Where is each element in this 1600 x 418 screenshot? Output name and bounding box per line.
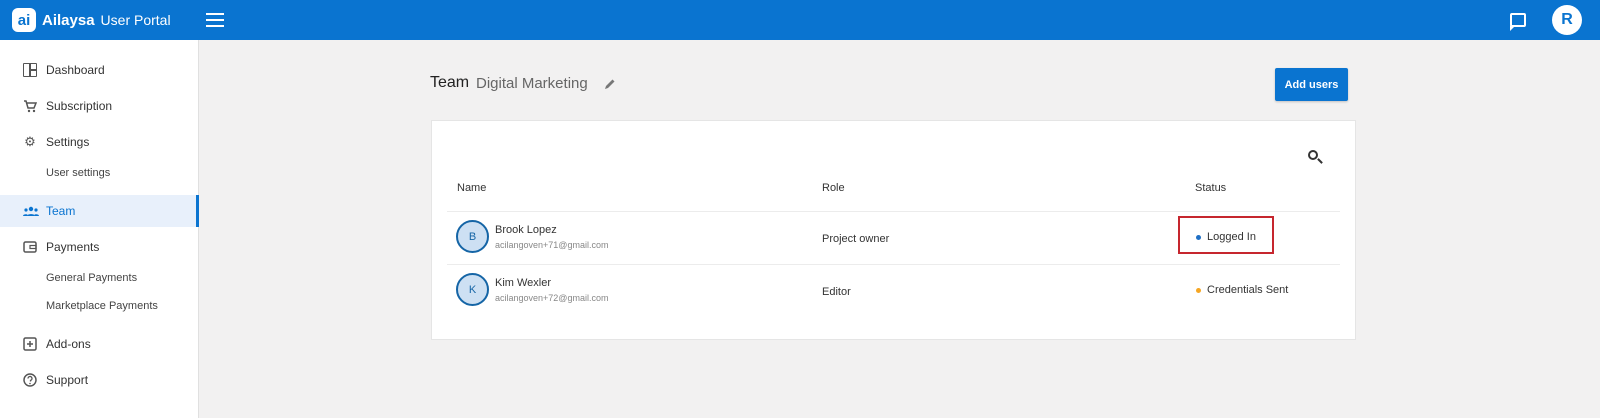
user-avatar: B bbox=[456, 220, 489, 253]
sidebar-item-team[interactable]: Team bbox=[0, 195, 199, 227]
help-icon bbox=[23, 373, 37, 387]
sidebar-item-support[interactable]: Support bbox=[0, 364, 199, 396]
app-logo[interactable]: ai Ailaysa User Portal bbox=[12, 8, 171, 32]
sidebar-item-label: Support bbox=[46, 373, 89, 387]
status-badge: Credentials Sent bbox=[1196, 284, 1288, 296]
gear-icon: ⚙ bbox=[24, 134, 36, 149]
user-name: Brook Lopez bbox=[495, 224, 557, 236]
sidebar-item-settings[interactable]: ⚙ Settings bbox=[0, 126, 199, 158]
sidebar-item-label: Settings bbox=[46, 135, 90, 149]
chat-icon[interactable] bbox=[1510, 13, 1526, 31]
sidebar-item-marketplace-payments[interactable]: Marketplace Payments bbox=[46, 300, 158, 312]
column-header-status: Status bbox=[1195, 182, 1227, 194]
sidebar-item-add-ons[interactable]: Add-ons bbox=[0, 328, 199, 360]
sidebar-item-general-payments[interactable]: General Payments bbox=[46, 272, 137, 284]
status-text: Credentials Sent bbox=[1207, 284, 1289, 296]
cart-icon bbox=[23, 99, 38, 113]
team-name: Digital Marketing bbox=[476, 75, 588, 92]
user-avatar[interactable]: R bbox=[1552, 5, 1582, 35]
status-highlight-box bbox=[1178, 216, 1274, 254]
top-bar: ai Ailaysa User Portal R bbox=[0, 0, 1600, 40]
row-divider bbox=[447, 264, 1340, 265]
sidebar-item-label: Subscription bbox=[46, 99, 113, 113]
logo-mark: ai bbox=[12, 8, 36, 32]
sidebar-item-dashboard[interactable]: Dashboard bbox=[0, 54, 199, 86]
team-icon bbox=[23, 204, 39, 218]
user-name: Kim Wexler bbox=[495, 277, 552, 289]
brand-name: Ailaysa bbox=[42, 11, 95, 29]
status-dot bbox=[1196, 287, 1201, 293]
edit-icon[interactable] bbox=[603, 77, 617, 91]
sidebar-item-label: Payments bbox=[46, 240, 100, 254]
sidebar-item-subscription[interactable]: Subscription bbox=[0, 90, 199, 122]
user-avatar: K bbox=[456, 273, 489, 306]
sidebar-item-payments[interactable]: Payments bbox=[0, 231, 199, 263]
portal-name: User Portal bbox=[100, 12, 171, 28]
sidebar-item-label: Team bbox=[46, 204, 76, 218]
column-header-role: Role bbox=[822, 182, 845, 194]
user-email: acilangoven+72@gmail.com bbox=[495, 293, 609, 303]
row-divider bbox=[447, 211, 1340, 212]
user-email: acilangoven+71@gmail.com bbox=[495, 240, 609, 250]
wallet-icon bbox=[23, 240, 37, 254]
dashboard-icon bbox=[23, 63, 37, 77]
sidebar-item-label: Add-ons bbox=[46, 337, 91, 351]
menu-icon[interactable] bbox=[206, 12, 224, 28]
search-icon[interactable] bbox=[1308, 150, 1324, 166]
sidebar-item-label: Dashboard bbox=[46, 63, 105, 77]
column-header-name: Name bbox=[457, 182, 487, 194]
user-role: Editor bbox=[822, 286, 851, 298]
plus-box-icon bbox=[23, 337, 37, 351]
page-title: Team bbox=[430, 74, 470, 91]
user-role: Project owner bbox=[822, 233, 890, 245]
sidebar-item-user-settings[interactable]: User settings bbox=[46, 167, 110, 179]
add-users-button[interactable]: Add users bbox=[1275, 68, 1348, 101]
